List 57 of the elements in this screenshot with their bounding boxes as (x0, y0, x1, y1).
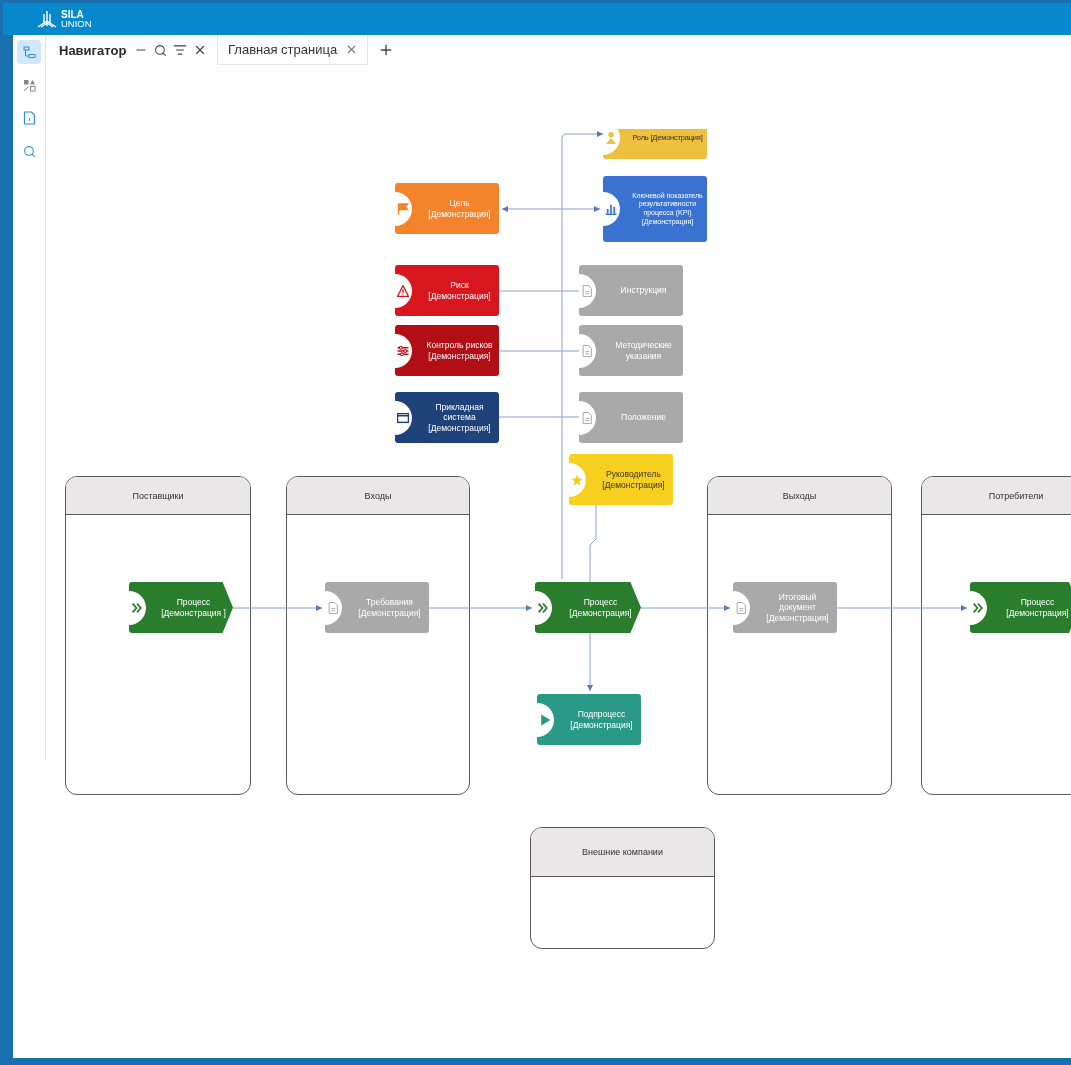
node-label: Требования [Демонстрация] (357, 596, 422, 619)
star-icon (571, 473, 583, 486)
search-button[interactable] (154, 43, 168, 57)
sliders-icon (397, 344, 409, 357)
shapes-icon (22, 78, 36, 92)
tab[interactable]: Главная страница (218, 35, 369, 65)
process-node[interactable]: Процесс [Демонстрация ] (129, 582, 233, 633)
chevrons-icon (537, 601, 549, 614)
process-node[interactable]: Процесс [Демонстрация] (535, 582, 641, 633)
system-node[interactable]: Прикладная система [Демонстрация] (395, 392, 499, 443)
document-icon (581, 411, 593, 424)
node-label: Контроль рисков [Демонстрация] (425, 339, 494, 362)
warning-icon (397, 284, 409, 297)
node-label: Цель [Демонстрация] (427, 197, 492, 220)
filter-icon (173, 43, 188, 57)
document-icon (581, 284, 593, 297)
document-icon (327, 601, 339, 614)
node-label: Риск [Демонстрация] (427, 279, 492, 302)
chevrons-icon (131, 601, 143, 614)
risk-node[interactable]: Риск [Демонстрация] (395, 265, 499, 316)
node-label: Прикладная система [Демонстрация] (427, 401, 492, 434)
node-label: Инструкция (619, 285, 668, 296)
node-label: Процесс [Демонстрация] (568, 596, 633, 619)
window-icon (397, 411, 409, 424)
person-icon (605, 132, 617, 144)
document-icon (22, 111, 36, 125)
document-icon (735, 601, 747, 614)
filter-button[interactable] (173, 43, 188, 57)
bar-chart-icon (605, 203, 617, 215)
node-label: Руководитель [Демонстрация] (601, 468, 666, 491)
lane-title: Поставщики (132, 490, 184, 501)
panel-title: Навигатор (59, 42, 127, 58)
flag-icon (397, 202, 409, 215)
logo-icon (37, 10, 57, 28)
sidebar-button[interactable] (17, 40, 41, 64)
node-label: Подпроцесс [Демонстрация] (569, 708, 634, 731)
play-icon (539, 713, 551, 726)
logo-text: SILA (61, 10, 85, 19)
lane-title: Входы (364, 490, 392, 501)
lane-title: Потребители (988, 490, 1044, 501)
node-label: Методические указания (614, 339, 673, 362)
control-node[interactable]: Контроль рисков [Демонстрация] (395, 325, 499, 376)
node-label: Итоговый документ [Демонстрация] (765, 591, 830, 624)
search-icon (154, 43, 168, 57)
lane-title: Внешние компании (582, 847, 663, 857)
node-label: Положение (620, 412, 667, 423)
node-label: Процесс [Демонстрация] (1005, 596, 1070, 619)
process-node[interactable]: Процесс [Демонстрация] (970, 582, 1071, 633)
manager-node[interactable]: Руководитель [Демонстрация] (569, 454, 673, 505)
chevrons-icon (972, 601, 984, 614)
document-icon (581, 344, 593, 357)
search-icon (22, 144, 36, 158)
lane-title: Выходы (782, 490, 817, 501)
logo-subtext: UNION (61, 19, 92, 28)
tree-icon (22, 45, 36, 59)
node-label: Процесс [Демонстрация ] (160, 596, 227, 619)
subprocess-node[interactable]: Подпроцесс [Демонстрация] (537, 694, 641, 745)
